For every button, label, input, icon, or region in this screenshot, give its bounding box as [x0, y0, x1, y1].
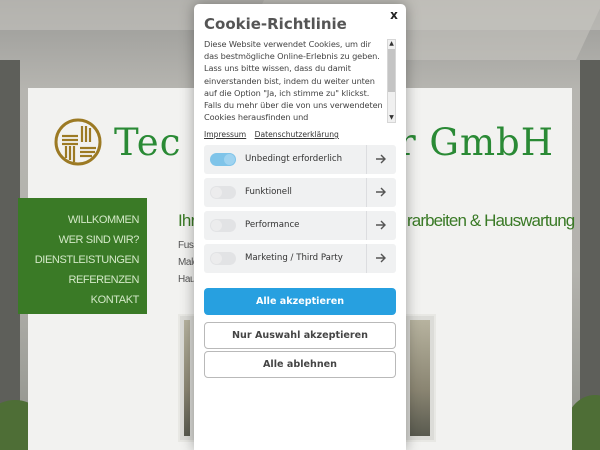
- datenschutz-link[interactable]: Datenschutzerklärung: [255, 130, 339, 139]
- nav-item-willkommen[interactable]: Willkommen: [18, 210, 140, 230]
- page-heading-start: Ihr: [178, 211, 196, 230]
- option-label: Unbedingt erforderlich: [245, 154, 343, 164]
- page-heading-end: rarbeiten & Hauswartung: [407, 211, 575, 230]
- scroll-down-arrow-icon[interactable]: ▼: [388, 114, 395, 122]
- reject-all-button[interactable]: Alle ablehnen: [204, 351, 396, 378]
- arrow-right-icon[interactable]: [374, 218, 388, 232]
- accept-all-button[interactable]: Alle akzeptieren: [204, 288, 396, 315]
- company-name-end: r GmbH: [397, 121, 554, 164]
- toggle-functional[interactable]: [210, 186, 236, 199]
- nav-item-kontakt[interactable]: Kontakt: [18, 290, 140, 310]
- toggle-necessary[interactable]: [210, 153, 236, 166]
- scroll-up-arrow-icon[interactable]: ▲: [388, 40, 395, 48]
- option-label: Performance: [245, 220, 300, 230]
- cookie-consent-dialog: Cookie-Richtlinie x Diese Website verwen…: [194, 4, 406, 450]
- company-name-start: Tec: [114, 121, 182, 164]
- arrow-right-icon[interactable]: [374, 185, 388, 199]
- toggle-performance[interactable]: [210, 219, 236, 232]
- arrow-right-icon[interactable]: [374, 152, 388, 166]
- cookie-option-functional: Funktionell: [204, 178, 396, 207]
- accept-selection-button[interactable]: Nur Auswahl akzeptieren: [204, 322, 396, 349]
- option-label: Funktionell: [245, 187, 292, 197]
- cookie-option-necessary: Unbedingt erforderlich: [204, 145, 396, 174]
- cookie-option-performance: Performance: [204, 211, 396, 240]
- gallery-image[interactable]: [404, 314, 436, 442]
- company-logo-icon: [54, 118, 102, 166]
- legal-links: Impressum Datenschutzerklärung: [204, 130, 345, 139]
- text-scrollbar[interactable]: ▲ ▼: [387, 39, 396, 123]
- arrow-right-icon[interactable]: [374, 251, 388, 265]
- cookie-option-marketing: Marketing / Third Party: [204, 244, 396, 273]
- toggle-marketing[interactable]: [210, 252, 236, 265]
- nav-item-dienstleistungen[interactable]: Dienstleistungen: [18, 250, 140, 270]
- cookie-policy-text: Diese Website verwendet Cookies, um dir …: [204, 39, 383, 122]
- nav-item-referenzen[interactable]: Referenzen: [18, 270, 139, 290]
- main-navigation: Willkommen Wer sind wir? Dienstleistunge…: [18, 198, 147, 314]
- option-label: Marketing / Third Party: [245, 253, 343, 263]
- scroll-thumb[interactable]: [388, 49, 395, 92]
- close-icon[interactable]: x: [387, 8, 401, 22]
- nav-item-wer-sind-wir[interactable]: Wer sind wir?: [18, 230, 140, 250]
- cookie-dialog-title: Cookie-Richtlinie: [204, 15, 347, 33]
- impressum-link[interactable]: Impressum: [204, 130, 246, 139]
